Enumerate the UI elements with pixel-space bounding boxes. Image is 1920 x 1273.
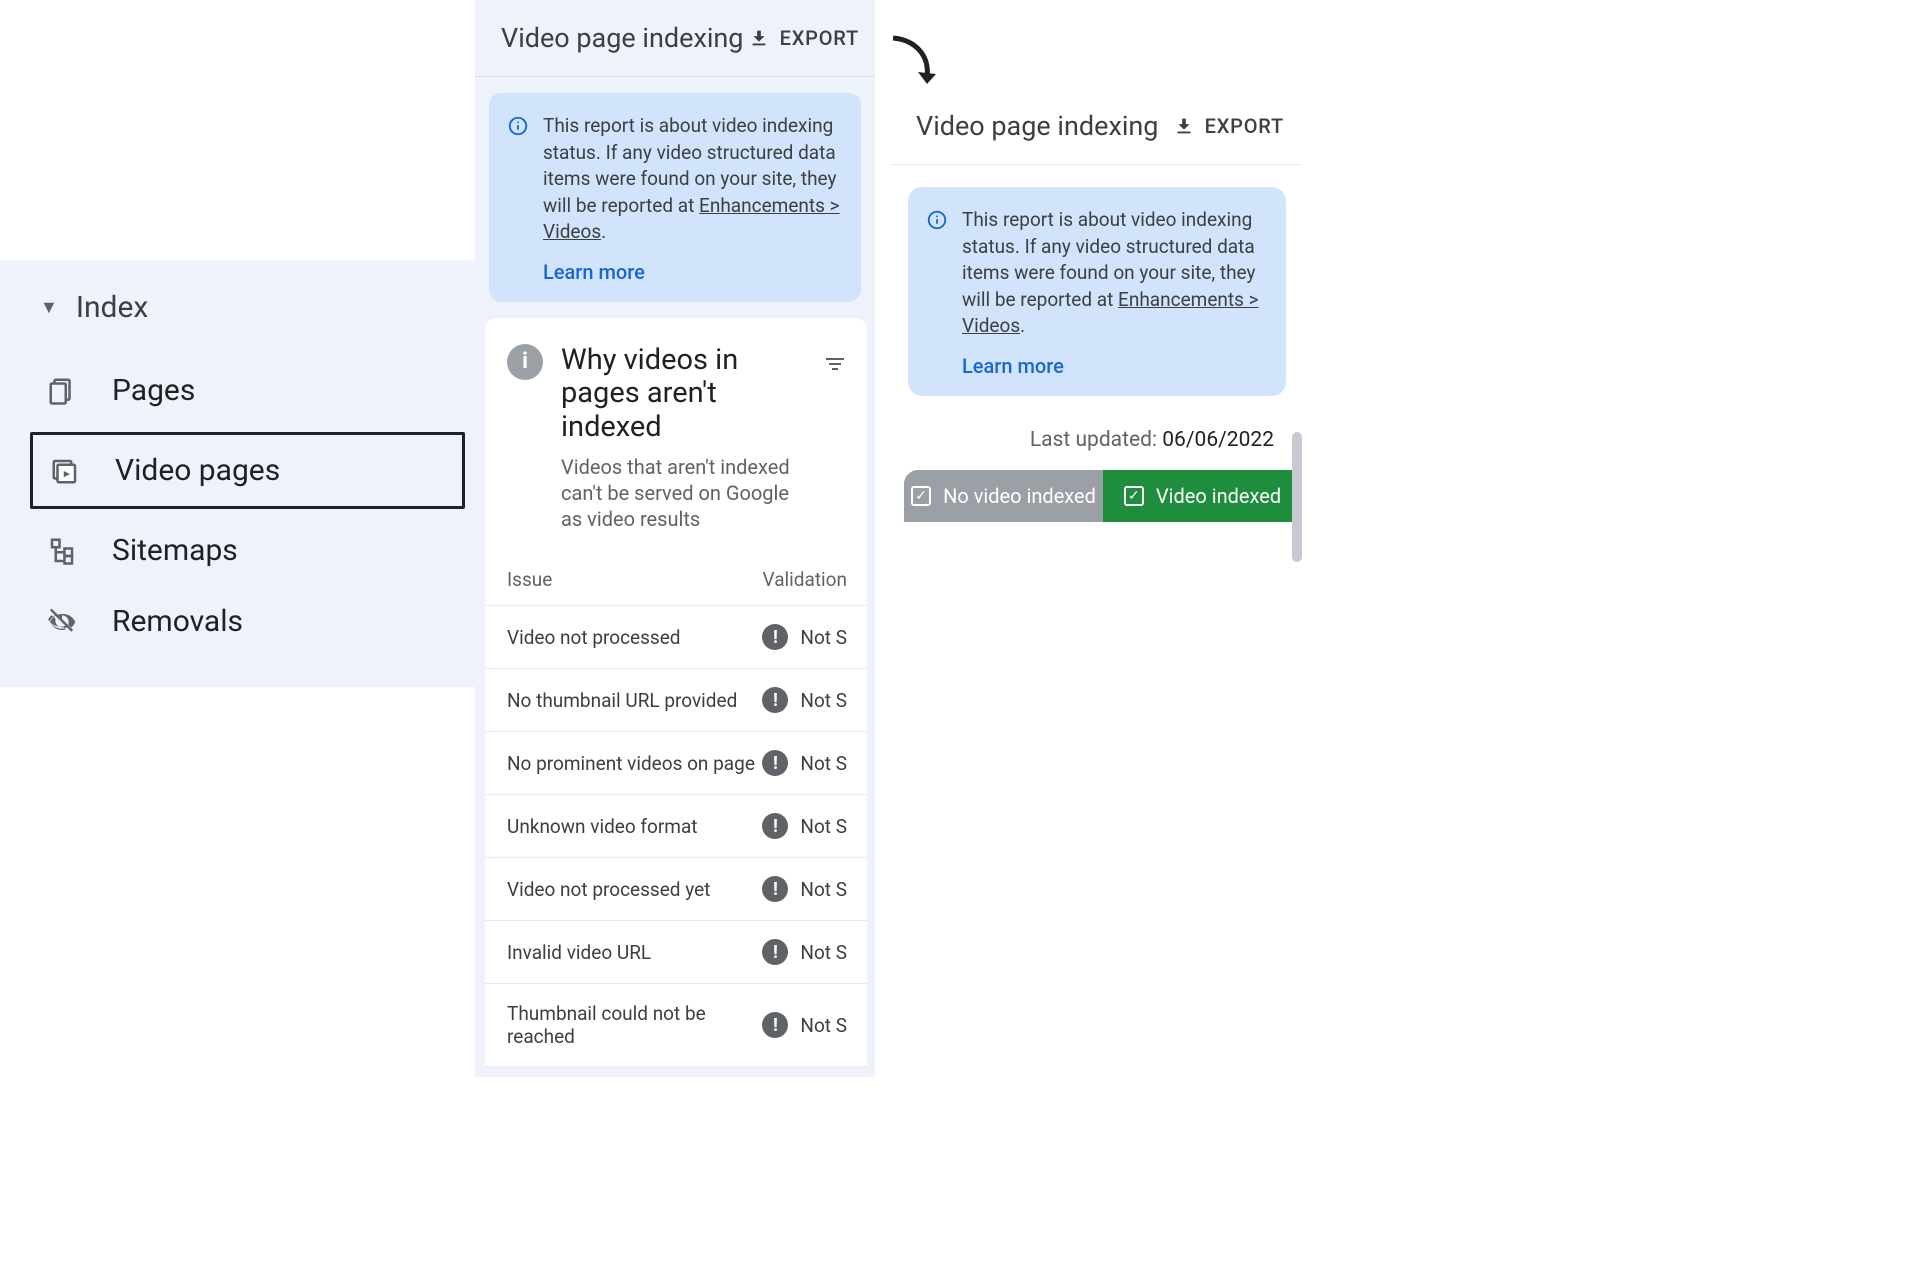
- sitemaps-icon: [46, 535, 78, 567]
- col-validation-label: Validation: [763, 568, 847, 591]
- error-badge-icon: !: [762, 813, 788, 839]
- issues-card-subtitle: Videos that aren't indexed can't be serv…: [561, 454, 805, 532]
- validation-status-text: Not S: [800, 626, 847, 649]
- info-icon: [507, 115, 529, 137]
- info-text: This report is about video indexing stat…: [543, 114, 840, 243]
- panel-header: Video page indexing EXPORT: [892, 88, 1302, 165]
- sidebar-item-removals[interactable]: Removals: [30, 586, 465, 657]
- validation-status-text: Not S: [800, 878, 847, 901]
- sidebar-item-sitemaps[interactable]: Sitemaps: [30, 515, 465, 586]
- scrollbar-thumb[interactable]: [1292, 432, 1302, 562]
- issues-card-title: Why videos in pages aren't indexed: [561, 344, 805, 444]
- sidebar-item-label: Removals: [112, 604, 243, 639]
- index-status-tabs: ✓ No video indexed ✓ Video indexed: [904, 470, 1302, 522]
- learn-more-link[interactable]: Learn more: [543, 260, 843, 284]
- validation-status: ! Not S: [762, 750, 847, 776]
- sidebar-item-label: Video pages: [115, 453, 280, 488]
- validation-status-text: Not S: [800, 941, 847, 964]
- issue-row[interactable]: Video not processed yet! Not S: [485, 858, 867, 921]
- export-button[interactable]: EXPORT: [1173, 114, 1284, 138]
- sidebar-index-group: ▼ Index Pages Video pages Sitemaps Remov…: [0, 260, 475, 687]
- issue-label: Thumbnail could not be reached: [507, 1002, 762, 1048]
- validation-status-text: Not S: [800, 815, 847, 838]
- validation-status: ! Not S: [762, 624, 847, 650]
- issue-label: No thumbnail URL provided: [507, 689, 762, 712]
- panel-video-indexing-summary: Video page indexing EXPORT This report i…: [892, 88, 1302, 522]
- export-button[interactable]: EXPORT: [748, 26, 859, 50]
- info-text: This report is about video indexing stat…: [962, 208, 1259, 337]
- chevron-down-icon: ▼: [40, 297, 58, 318]
- download-icon: [748, 27, 770, 49]
- sidebar-item-label: Sitemaps: [112, 533, 238, 568]
- validation-status: ! Not S: [762, 876, 847, 902]
- download-icon: [1173, 115, 1195, 137]
- validation-status: ! Not S: [762, 939, 847, 965]
- issue-label: Invalid video URL: [507, 941, 762, 964]
- panel-title: Video page indexing: [916, 110, 1158, 142]
- error-badge-icon: !: [762, 750, 788, 776]
- error-badge-icon: !: [762, 1012, 788, 1038]
- validation-status-text: Not S: [800, 752, 847, 775]
- issues-card: i Why videos in pages aren't indexed Vid…: [485, 318, 867, 1067]
- learn-more-link[interactable]: Learn more: [962, 354, 1268, 378]
- sidebar-item-label: Pages: [112, 373, 195, 408]
- video-pages-icon: [49, 455, 81, 487]
- info-filled-icon: i: [507, 344, 543, 380]
- sidebar-group-label: Index: [76, 290, 148, 325]
- info-banner: This report is about video indexing stat…: [489, 93, 861, 302]
- panel-video-indexing-issues: Video page indexing EXPORT This report i…: [475, 0, 875, 1077]
- error-badge-icon: !: [762, 624, 788, 650]
- tab-video-indexed[interactable]: ✓ Video indexed: [1103, 470, 1302, 522]
- last-updated: Last updated: 06/06/2022: [892, 418, 1302, 470]
- issues-table-header: Issue Validation: [485, 546, 867, 606]
- tab-no-video-indexed[interactable]: ✓ No video indexed: [904, 470, 1103, 522]
- validation-status: ! Not S: [762, 1012, 847, 1038]
- validation-status-text: Not S: [800, 689, 847, 712]
- removals-icon: [46, 606, 78, 638]
- issue-row[interactable]: No thumbnail URL provided! Not S: [485, 669, 867, 732]
- issue-label: Unknown video format: [507, 815, 762, 838]
- checkbox-checked-icon: ✓: [1124, 486, 1144, 506]
- panel-header: Video page indexing EXPORT: [475, 0, 875, 77]
- issue-row[interactable]: Unknown video format! Not S: [485, 795, 867, 858]
- sidebar-item-pages[interactable]: Pages: [30, 355, 465, 426]
- issue-row[interactable]: Video not processed! Not S: [485, 606, 867, 669]
- export-label: EXPORT: [780, 26, 859, 50]
- validation-status: ! Not S: [762, 687, 847, 713]
- curved-arrow-icon: [885, 30, 945, 90]
- checkbox-checked-icon: ✓: [911, 486, 931, 506]
- info-banner: This report is about video indexing stat…: [908, 187, 1286, 396]
- issue-label: Video not processed: [507, 626, 762, 649]
- error-badge-icon: !: [762, 687, 788, 713]
- info-icon: [926, 209, 948, 231]
- issue-label: Video not processed yet: [507, 878, 762, 901]
- validation-status: ! Not S: [762, 813, 847, 839]
- issue-row[interactable]: Thumbnail could not be reached! Not S: [485, 984, 867, 1067]
- issue-row[interactable]: Invalid video URL! Not S: [485, 921, 867, 984]
- error-badge-icon: !: [762, 939, 788, 965]
- sidebar-group-toggle[interactable]: ▼ Index: [30, 290, 465, 325]
- issue-label: No prominent videos on page: [507, 752, 762, 775]
- filter-button[interactable]: [823, 344, 847, 380]
- pages-icon: [46, 375, 78, 407]
- export-label: EXPORT: [1205, 114, 1284, 138]
- sidebar-item-video-pages[interactable]: Video pages: [30, 432, 465, 509]
- col-issue-label: Issue: [507, 568, 763, 591]
- validation-status-text: Not S: [800, 1014, 847, 1037]
- issue-row[interactable]: No prominent videos on page! Not S: [485, 732, 867, 795]
- panel-title: Video page indexing: [501, 22, 743, 54]
- error-badge-icon: !: [762, 876, 788, 902]
